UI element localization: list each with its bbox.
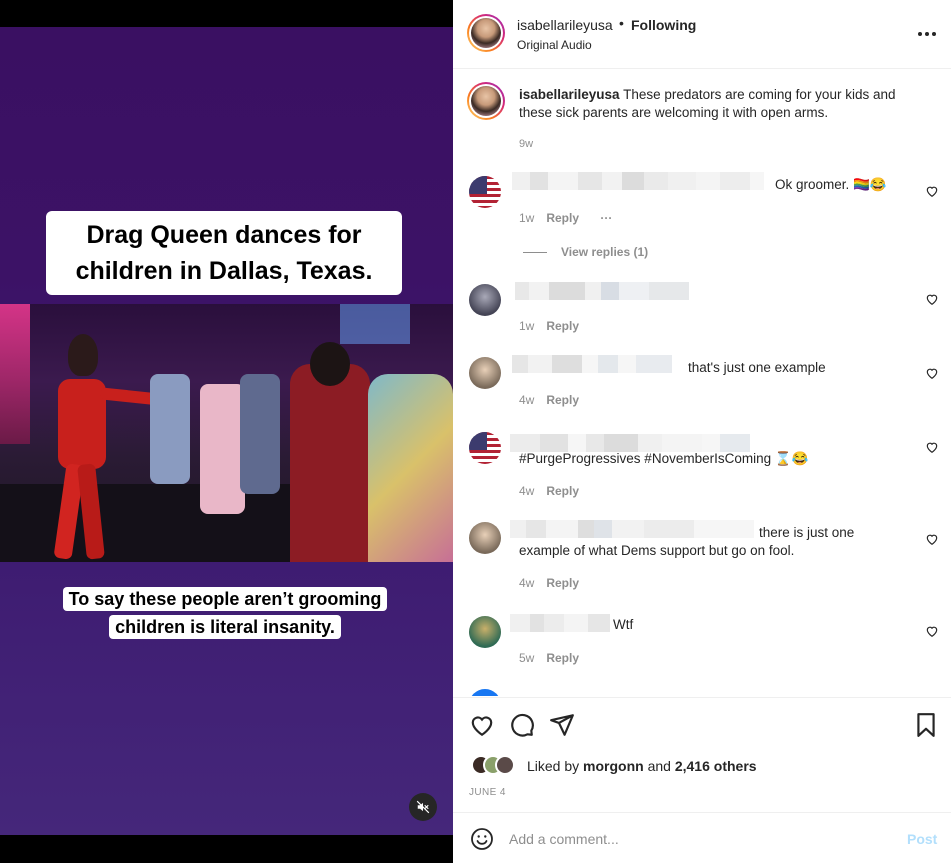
emoji-icon[interactable]	[470, 827, 494, 851]
post-footer: Liked by morgonn and 2,416 others JUNE 4…	[453, 697, 951, 863]
audience-adult	[290, 342, 370, 562]
author-username[interactable]: isabellarileyusa	[517, 17, 613, 33]
header-separator: •	[619, 15, 624, 31]
comment-time: 4w	[519, 393, 535, 407]
commenter-avatar[interactable]	[469, 616, 501, 648]
following-button[interactable]: Following	[631, 17, 696, 33]
comment-time: 5w	[519, 651, 535, 665]
comment-time: 4w	[519, 484, 535, 498]
others-count[interactable]: 2,416 others	[675, 758, 757, 774]
reply-button[interactable]: Reply	[546, 651, 579, 665]
post-panel: isabellarileyusa • Following Original Au…	[453, 0, 951, 863]
comment-text: Ok groomer. 🏳️‍🌈😂	[775, 177, 887, 192]
redacted-username	[512, 355, 672, 373]
caption-avatar[interactable]	[467, 82, 505, 120]
comment-meta: 4w Reply	[519, 393, 579, 407]
video-pane[interactable]: Drag Queen dances for children in Dallas…	[0, 0, 453, 863]
comment-text: that's just one example	[688, 360, 826, 375]
comment-text-line1: there is just one	[759, 525, 855, 540]
comment-meta: 5w Reply	[519, 651, 579, 665]
redacted-username	[515, 282, 689, 300]
video-caption-bottom: To say these people aren’t grooming chil…	[40, 585, 410, 641]
comment-options-icon[interactable]: ···	[600, 211, 612, 225]
redacted-username	[510, 520, 754, 538]
post-date[interactable]: JUNE 4	[469, 787, 506, 798]
audio-link[interactable]: Original Audio	[517, 38, 592, 52]
comment-time: 1w	[519, 319, 535, 333]
comment-text-line2: example of what Dems support but go on f…	[519, 543, 795, 558]
liker-username[interactable]: morgonn	[583, 758, 644, 774]
stage-light	[340, 304, 410, 344]
caption-text: isabellarileyusa These predators are com…	[519, 86, 919, 122]
liked-by-label: Liked by	[527, 758, 580, 774]
post-comment-button[interactable]: Post	[907, 831, 937, 847]
reply-button[interactable]: Reply	[546, 576, 579, 590]
comment-meta: 4w Reply	[519, 484, 579, 498]
comments-list[interactable]: isabellarileyusa These predators are com…	[453, 70, 951, 696]
likes-summary: Liked by morgonn and 2,416 others	[527, 758, 757, 774]
speaker-muted-icon	[416, 800, 430, 814]
neon-light	[0, 304, 30, 444]
commenter-avatar[interactable]	[469, 357, 501, 389]
reply-button[interactable]: Reply	[546, 319, 579, 333]
mute-button[interactable]	[409, 793, 437, 821]
commenter-avatar[interactable]	[469, 432, 501, 464]
like-comment-heart-icon[interactable]	[925, 366, 939, 380]
reply-button[interactable]: Reply	[546, 211, 579, 225]
comment-meta: 1w Reply ···	[519, 211, 612, 225]
redacted-username	[510, 614, 610, 632]
more-options-icon[interactable]	[915, 24, 939, 44]
add-comment-input[interactable]: Add a comment...	[509, 831, 619, 847]
audience-adult	[368, 374, 453, 562]
redacted-username	[512, 172, 764, 190]
commenter-avatar[interactable]	[469, 284, 501, 316]
add-comment-row: Add a comment... Post	[453, 812, 951, 863]
comment-meta: 4w Reply	[519, 576, 579, 590]
like-comment-heart-icon[interactable]	[925, 532, 939, 546]
post-modal: Drag Queen dances for children in Dallas…	[0, 0, 951, 863]
video-scene	[0, 304, 453, 562]
video-caption-bottom-text: To say these people aren’t grooming chil…	[62, 587, 388, 639]
audience-child	[150, 374, 190, 484]
like-comment-heart-icon[interactable]	[925, 184, 939, 198]
author-avatar[interactable]	[467, 14, 505, 52]
reply-button[interactable]: Reply	[546, 484, 579, 498]
like-comment-heart-icon[interactable]	[925, 624, 939, 638]
liker-avatar[interactable]	[495, 755, 515, 775]
video-caption-top: Drag Queen dances for children in Dallas…	[46, 211, 402, 295]
post-header: isabellarileyusa • Following Original Au…	[453, 0, 951, 69]
caption-time: 9w	[519, 138, 534, 150]
like-comment-heart-icon[interactable]	[925, 292, 939, 306]
commenter-avatar-partial[interactable]	[469, 689, 501, 696]
comment-time: 1w	[519, 211, 535, 225]
view-replies-line	[523, 252, 547, 253]
commenter-avatar[interactable]	[469, 522, 501, 554]
comment-time: 4w	[519, 576, 535, 590]
and-label: and	[647, 758, 671, 774]
share-send-icon[interactable]	[549, 712, 575, 738]
video-frame[interactable]: Drag Queen dances for children in Dallas…	[0, 27, 453, 835]
commenter-avatar[interactable]	[469, 176, 501, 208]
comment-text: Wtf	[613, 617, 634, 632]
like-comment-heart-icon[interactable]	[925, 440, 939, 454]
save-bookmark-icon[interactable]	[913, 712, 939, 738]
comment-hashtags[interactable]: #PurgeProgressives #NovemberIsComing ⌛😂	[519, 450, 808, 468]
caption-username[interactable]: isabellarileyusa	[519, 87, 620, 102]
dancer-figure	[50, 334, 110, 562]
audience-child	[200, 384, 245, 514]
reply-button[interactable]: Reply	[546, 393, 579, 407]
comment-meta: 1w Reply	[519, 319, 579, 333]
view-replies-button[interactable]: View replies (1)	[561, 245, 648, 259]
like-heart-icon[interactable]	[469, 712, 495, 738]
likers-avatars[interactable]	[471, 754, 515, 776]
comment-bubble-icon[interactable]	[509, 712, 535, 738]
audience-child	[240, 374, 280, 494]
